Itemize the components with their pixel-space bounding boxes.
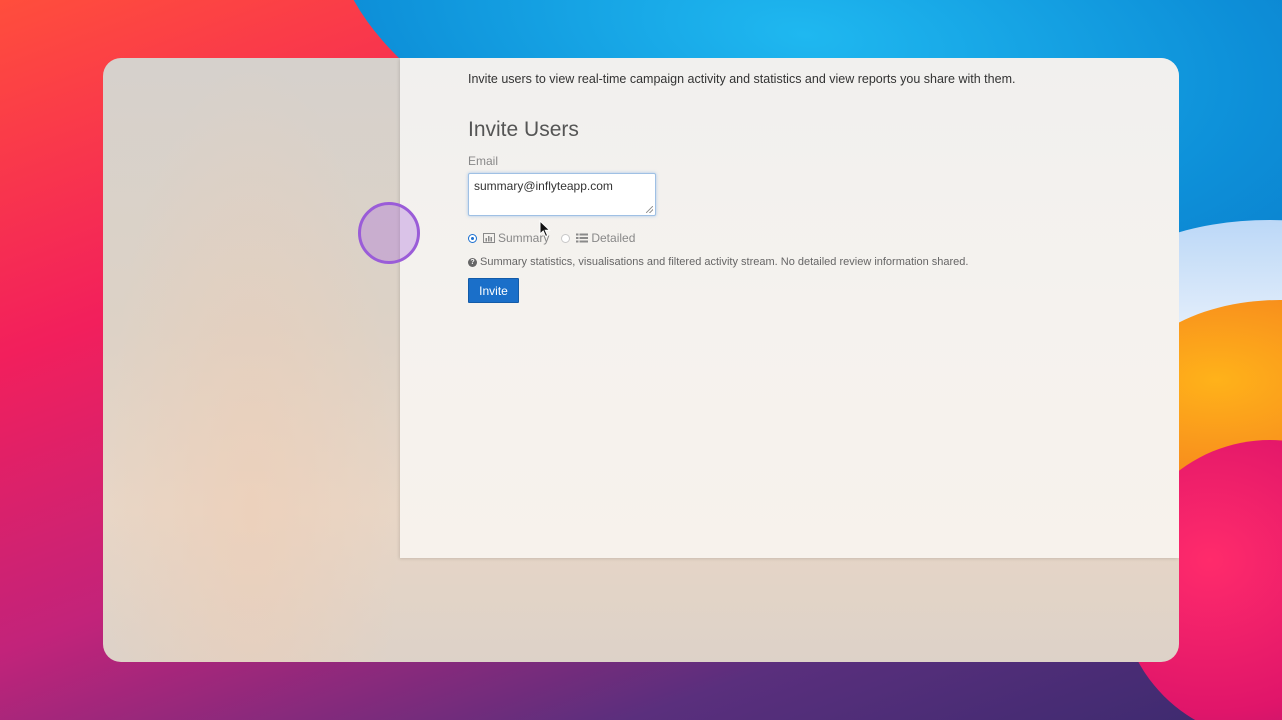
detailed-radio[interactable]	[561, 233, 571, 243]
resize-handle-icon[interactable]	[646, 206, 653, 213]
email-label: Email	[468, 154, 499, 168]
summary-radio[interactable]	[468, 233, 477, 243]
bar-chart-icon	[483, 233, 495, 243]
mouse-pointer-icon	[539, 220, 551, 238]
email-value: summary@inflyteapp.com	[474, 179, 613, 193]
click-indicator	[358, 202, 420, 264]
app-window: Invite users to view real-time campaign …	[103, 58, 1179, 662]
window-sidebar-area	[103, 58, 400, 662]
intro-text: Invite users to view real-time campaign …	[468, 72, 1016, 86]
access-help-text: ? Summary statistics, visualisations and…	[468, 256, 968, 268]
list-icon	[576, 233, 589, 243]
access-level-options: Summary Detailed	[468, 230, 647, 246]
section-title: Invite Users	[468, 118, 579, 141]
help-text: Summary statistics, visualisations and f…	[480, 256, 969, 268]
invite-panel: Invite users to view real-time campaign …	[400, 58, 1179, 558]
detailed-option-label[interactable]: Detailed	[591, 231, 635, 245]
question-circle-icon: ?	[468, 257, 477, 267]
invite-button[interactable]: Invite	[468, 278, 519, 303]
email-textarea[interactable]: summary@inflyteapp.com	[468, 173, 656, 216]
